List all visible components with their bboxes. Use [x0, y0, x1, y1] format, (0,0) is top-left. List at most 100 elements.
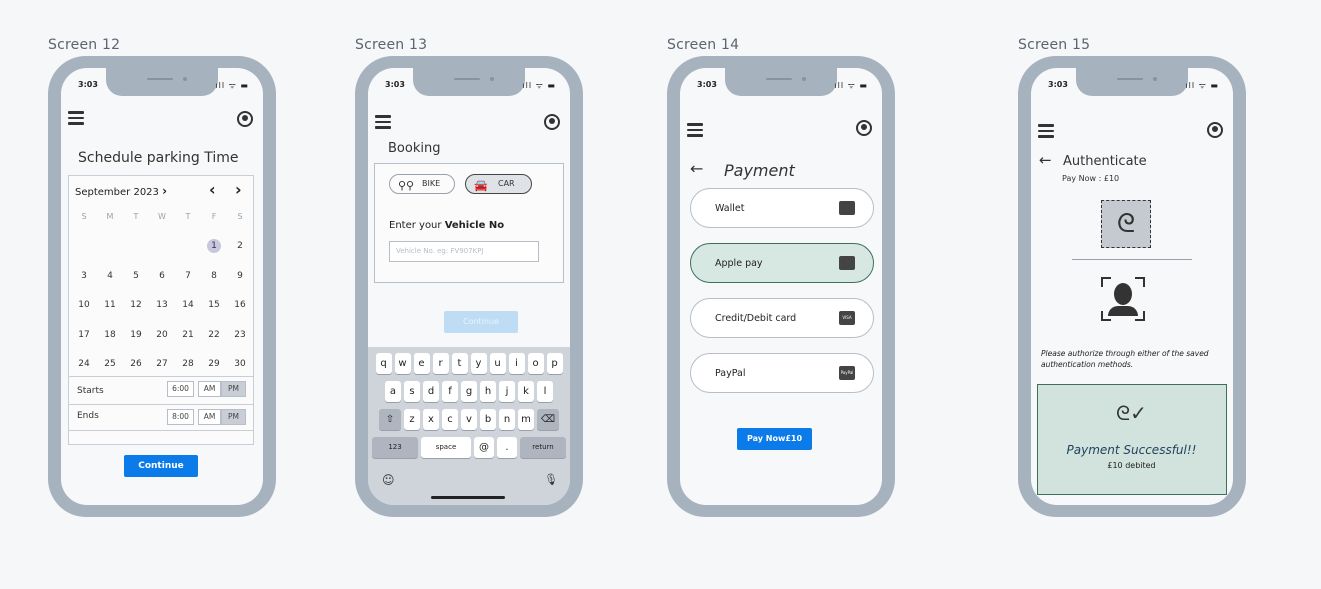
divider: [1072, 259, 1192, 260]
calendar-day[interactable]: 4: [97, 271, 123, 281]
key-c[interactable]: c: [442, 409, 458, 430]
car-option[interactable]: 🚘 CAR: [465, 174, 532, 194]
calendar-day[interactable]: 21: [175, 330, 201, 340]
key-m[interactable]: m: [518, 409, 534, 430]
profile-icon[interactable]: [544, 114, 560, 130]
key-a[interactable]: a: [385, 381, 401, 402]
profile-icon[interactable]: [856, 120, 872, 136]
back-arrow-icon[interactable]: ←: [690, 159, 703, 178]
calendar-day[interactable]: 23: [227, 330, 253, 340]
key-u[interactable]: u: [489, 353, 506, 374]
key-e[interactable]: e: [413, 353, 430, 374]
starts-am-toggle[interactable]: AM: [198, 381, 221, 397]
bike-option[interactable]: ⚲⚲ BIKE: [389, 174, 455, 194]
prev-month-icon[interactable]: ‹: [209, 180, 216, 199]
key-j[interactable]: j: [499, 381, 515, 402]
key-r[interactable]: r: [432, 353, 449, 374]
calendar-day[interactable]: 2: [227, 241, 253, 251]
ends-am-toggle[interactable]: AM: [198, 409, 221, 425]
key-l[interactable]: l: [537, 381, 553, 402]
calendar-day[interactable]: 6: [149, 271, 175, 281]
key-z[interactable]: z: [404, 409, 420, 430]
continue-button[interactable]: Continue: [124, 455, 198, 477]
profile-icon[interactable]: [1207, 122, 1223, 138]
key-f[interactable]: f: [442, 381, 458, 402]
calendar-day[interactable]: 16: [227, 300, 253, 310]
starts-pm-toggle[interactable]: PM: [221, 381, 246, 397]
key-w[interactable]: w: [394, 353, 411, 374]
calendar-day[interactable]: 9: [227, 271, 253, 281]
payment-option[interactable]: Apple pay: [690, 243, 874, 283]
key-o[interactable]: o: [527, 353, 544, 374]
face-id-scan[interactable]: [1101, 277, 1145, 321]
calendar-day[interactable]: 29: [201, 359, 227, 369]
key-n[interactable]: n: [499, 409, 515, 430]
menu-icon[interactable]: [1038, 124, 1054, 138]
key-v[interactable]: v: [461, 409, 477, 430]
calendar-day[interactable]: 15: [201, 300, 227, 310]
key-y[interactable]: y: [470, 353, 487, 374]
continue-button-disabled[interactable]: Continue: [444, 311, 518, 333]
shift-key[interactable]: ⇧: [379, 409, 401, 430]
fingerprint-scan[interactable]: ᘓ: [1101, 200, 1151, 248]
profile-icon[interactable]: [237, 111, 253, 127]
menu-icon[interactable]: [68, 111, 84, 125]
menu-icon[interactable]: [687, 123, 703, 137]
calendar-day[interactable]: 14: [175, 300, 201, 310]
calendar-day[interactable]: 30: [227, 359, 253, 369]
microphone-icon[interactable]: 🎙: [544, 473, 558, 486]
calendar-day[interactable]: 7: [175, 271, 201, 281]
calendar-day[interactable]: 13: [149, 300, 175, 310]
calendar-day[interactable]: 26: [123, 359, 149, 369]
calendar-day[interactable]: 27: [149, 359, 175, 369]
payment-option[interactable]: Credit/Debit card VISA: [690, 298, 874, 338]
key-x[interactable]: x: [423, 409, 439, 430]
calendar-day[interactable]: 3: [71, 271, 97, 281]
calendar-day[interactable]: 11: [97, 300, 123, 310]
key-h[interactable]: h: [480, 381, 496, 402]
calendar-week-row: 24 25 26 27 28 29 30: [71, 350, 253, 380]
calendar-day[interactable]: 5: [123, 271, 149, 281]
key-s[interactable]: s: [404, 381, 420, 402]
starts-time-input[interactable]: 6:00: [167, 381, 194, 397]
calendar-day[interactable]: 17: [71, 330, 97, 340]
payment-option[interactable]: Wallet: [690, 188, 874, 228]
calendar-day[interactable]: 22: [201, 330, 227, 340]
calendar-day[interactable]: 20: [149, 330, 175, 340]
key-b[interactable]: b: [480, 409, 496, 430]
dot-key[interactable]: .: [497, 437, 517, 458]
calendar-day[interactable]: 8: [201, 271, 227, 281]
key-i[interactable]: i: [508, 353, 525, 374]
emoji-icon[interactable]: ☺: [382, 473, 395, 487]
calendar-day[interactable]: 18: [97, 330, 123, 340]
key-q[interactable]: q: [375, 353, 392, 374]
ends-time-input[interactable]: 8:00: [167, 409, 194, 425]
calendar-day[interactable]: 24: [71, 359, 97, 369]
key-t[interactable]: t: [451, 353, 468, 374]
pay-now-button[interactable]: Pay Now£10: [737, 428, 812, 450]
ends-pm-toggle[interactable]: PM: [221, 409, 246, 425]
calendar-day[interactable]: 28: [175, 359, 201, 369]
divider: [69, 376, 253, 377]
key-p[interactable]: p: [546, 353, 563, 374]
calendar-month[interactable]: September 2023 ›: [75, 184, 167, 198]
status-icons: ıll ᯤ ▬: [522, 81, 556, 90]
calendar-day[interactable]: 19: [123, 330, 149, 340]
space-key[interactable]: space: [421, 437, 471, 458]
backspace-key[interactable]: ⌫: [537, 409, 559, 430]
key-k[interactable]: k: [518, 381, 534, 402]
back-arrow-icon[interactable]: ←: [1039, 151, 1052, 169]
calendar-day[interactable]: 10: [71, 300, 97, 310]
calendar-day[interactable]: 12: [123, 300, 149, 310]
at-key[interactable]: @: [474, 437, 494, 458]
return-key[interactable]: return: [520, 437, 566, 458]
menu-icon[interactable]: [375, 115, 391, 129]
vehicle-number-input[interactable]: Vehicle No. eg: FV907KPJ: [389, 241, 539, 262]
payment-option[interactable]: PayPal PayPal: [690, 353, 874, 393]
key-d[interactable]: d: [423, 381, 439, 402]
next-month-icon[interactable]: ›: [235, 180, 242, 199]
key-g[interactable]: g: [461, 381, 477, 402]
calendar-day[interactable]: 25: [97, 359, 123, 369]
numbers-key[interactable]: 123: [372, 437, 418, 458]
calendar-day[interactable]: 1: [207, 239, 221, 254]
